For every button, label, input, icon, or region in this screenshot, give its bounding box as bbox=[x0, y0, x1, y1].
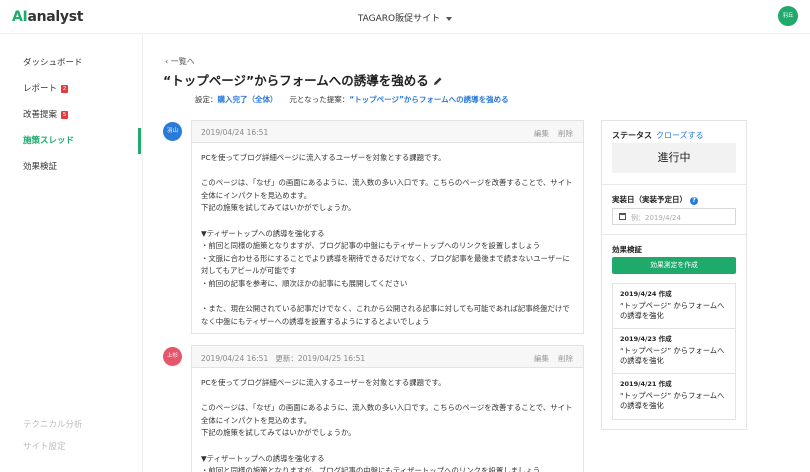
create-effect-button[interactable]: 効果測定を作成 bbox=[612, 257, 736, 274]
status-value: 進行中 bbox=[612, 143, 736, 173]
sidebar-item-report[interactable]: レポート 2 bbox=[23, 82, 69, 94]
status-label: ステータス クローズする bbox=[612, 131, 704, 140]
close-thread-link[interactable]: クローズする bbox=[656, 131, 704, 140]
sidebar-item-threads[interactable]: 施策スレッド bbox=[23, 134, 74, 146]
origin-proposal-link[interactable]: “トップページ”からフォームへの誘導を強める bbox=[349, 95, 508, 104]
delete-button[interactable]: 削除 bbox=[558, 354, 573, 363]
edit-pencil-icon[interactable] bbox=[433, 76, 443, 86]
post-header: 2019/04/24 16:51 更新：2019/04/25 16:51 編集削… bbox=[192, 346, 583, 368]
edit-button[interactable]: 編集 bbox=[534, 129, 549, 138]
sidebar-item-site-settings[interactable]: サイト設定 bbox=[23, 440, 66, 452]
top-header: AIanalyst TAGARO販促サイト 羽丘 bbox=[0, 0, 810, 34]
divider bbox=[602, 184, 746, 185]
post-author-avatar: 上杉 bbox=[163, 347, 182, 366]
divider bbox=[602, 234, 746, 235]
setting-link[interactable]: 購入完了（全体） bbox=[218, 95, 278, 104]
help-icon[interactable]: ? bbox=[690, 197, 698, 205]
edit-button[interactable]: 編集 bbox=[534, 354, 549, 363]
sidebar-item-proposals[interactable]: 改善提案 5 bbox=[23, 108, 69, 120]
sidebar-item-dashboard[interactable]: ダッシュボード bbox=[23, 56, 83, 68]
post-date: 2019/04/24 16:51 更新：2019/04/25 16:51 bbox=[201, 354, 366, 363]
effect-list: 2019/4/24 作成 “トップページ” からフォームへの誘導を強化 2019… bbox=[612, 283, 736, 420]
sidebar-item-technical[interactable]: テクニカル分析 bbox=[23, 418, 83, 430]
status-panel: ステータス クローズする 進行中 実装日（実装予定日）? 例：2019/4/24 … bbox=[601, 120, 747, 430]
post-body: PCを使ってブログ詳細ページに流入するユーザーを対象とする課題です。 このページ… bbox=[201, 378, 573, 472]
active-indicator bbox=[138, 128, 141, 154]
sidebar-item-verification[interactable]: 効果検証 bbox=[23, 160, 57, 172]
implementation-date-input[interactable]: 例：2019/4/24 bbox=[612, 208, 736, 225]
proposals-count-badge: 5 bbox=[61, 111, 69, 119]
post-author-avatar: 羽山 bbox=[163, 122, 182, 141]
site-selector[interactable]: TAGARO販促サイト bbox=[0, 11, 810, 24]
post-date: 2019/04/24 16:51 bbox=[201, 128, 269, 137]
post-body: PCを使ってブログ詳細ページに流入するユーザーを対象とする課題です。 このページ… bbox=[201, 153, 573, 326]
thread-post: 2019/04/24 16:51 更新：2019/04/25 16:51 編集削… bbox=[191, 345, 584, 472]
sidebar: ダッシュボード レポート 2 改善提案 5 施策スレッド 効果検証 テクニカル分析 … bbox=[0, 34, 143, 472]
chevron-left-icon: ‹ bbox=[165, 57, 169, 66]
caret-down-icon bbox=[446, 16, 453, 21]
implementation-date-label: 実装日（実装予定日）? bbox=[612, 194, 698, 205]
post-header: 2019/04/24 16:51 編集 削除 bbox=[192, 121, 583, 143]
list-item[interactable]: 2019/4/21 作成 “トップページ” からフォームへの誘導を強化 bbox=[613, 374, 735, 419]
site-name: TAGARO販促サイト bbox=[357, 14, 441, 24]
thread-meta: 設定：購入完了（全体） 元となった提案：“トップページ”からフォームへの誘導を強… bbox=[195, 95, 509, 104]
list-item[interactable]: 2019/4/23 作成 “トップページ” からフォームへの誘導を強化 bbox=[613, 329, 735, 374]
back-link[interactable]: ‹ 一覧へ bbox=[165, 56, 195, 67]
page-title: “トップページ”からフォームへの誘導を強める bbox=[163, 70, 443, 89]
delete-button[interactable]: 削除 bbox=[558, 129, 573, 138]
calendar-icon bbox=[619, 213, 626, 220]
thread-post: 2019/04/24 16:51 編集 削除 PCを使ってブログ詳細ページに流入す… bbox=[191, 120, 584, 334]
list-item[interactable]: 2019/4/24 作成 “トップページ” からフォームへの誘導を強化 bbox=[613, 284, 735, 329]
user-avatar[interactable]: 羽丘 bbox=[778, 6, 798, 26]
report-count-badge: 2 bbox=[61, 85, 69, 93]
effect-verification-label: 効果検証 bbox=[612, 245, 642, 254]
